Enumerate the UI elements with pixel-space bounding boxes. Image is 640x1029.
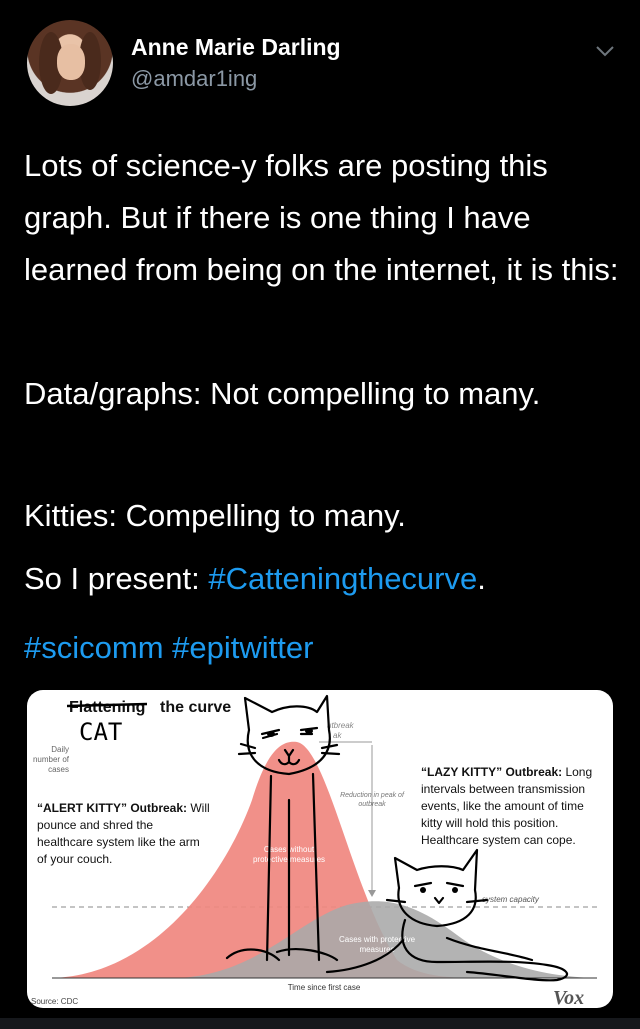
image-title-rest: the curve xyxy=(160,699,231,716)
vox-logo: Vox xyxy=(553,987,584,1008)
avatar[interactable] xyxy=(27,20,113,106)
tweet-text-paragraph-4: So I present: #Catteningthecurve. xyxy=(24,553,624,605)
hashtag-link-catteningthecurve[interactable]: #Catteningthecurve xyxy=(208,561,477,596)
image-title-struck: Flattening xyxy=(69,699,145,716)
author-display-name[interactable]: Anne Marie Darling xyxy=(131,34,341,61)
bottom-bar xyxy=(0,1018,640,1029)
source-label: Source: CDC xyxy=(31,997,78,1006)
lazy-kitty-line-1: “LAZY KITTY” Outbreak: Long xyxy=(421,765,592,779)
reduction-label-1: Reduction in peak of xyxy=(340,792,405,799)
lazy-kitty-line-4: kitty will hold this position. xyxy=(421,816,558,830)
reduction-label-2: outbreak xyxy=(358,801,386,808)
tweet-text-paragraph-1: Lots of science-y folks are posting this… xyxy=(24,148,619,287)
tweet-text-period: . xyxy=(477,561,486,596)
author-handle[interactable]: @amdar1ing xyxy=(131,66,257,92)
tweet-text-paragraph-2: Data/graphs: Not compelling to many. xyxy=(24,376,541,411)
flattening-curve-meme: Flattening the curve CAT Daily number of… xyxy=(31,694,597,1008)
tweet-image[interactable]: Flattening the curve CAT Daily number of… xyxy=(27,690,613,1008)
tweet-header: Anne Marie Darling @amdar1ing xyxy=(0,0,640,120)
tweet-text-paragraph-5: #scicomm #epitwitter xyxy=(24,622,624,674)
system-capacity-label: system capacity xyxy=(482,895,540,904)
hashtag-link-epitwitter[interactable]: #epitwitter xyxy=(172,630,313,665)
alert-kitty-line-4: of your couch. xyxy=(37,852,112,866)
tweet-text-paragraph-3: Kitties: Compelling to many. xyxy=(24,498,406,533)
alert-kitty-line-3: healthcare system like the arm xyxy=(37,835,200,849)
alert-kitty-eye-left xyxy=(267,731,275,737)
image-title-scrawl: CAT xyxy=(79,718,122,746)
lazy-kitty-line-2: intervals between transmission xyxy=(421,782,585,796)
lazy-kitty-line-3: events, like the amount of time xyxy=(421,799,584,813)
y-axis-label-2: number of xyxy=(33,755,70,764)
y-axis-label-3: cases xyxy=(48,765,69,774)
alert-kitty-line-1: “ALERT KITTY” Outbreak: Will xyxy=(37,801,210,815)
lazy-kitty-line-5: Healthcare system can cope. xyxy=(421,833,576,847)
peak-label-2: ak xyxy=(333,731,342,740)
alert-kitty-line-2: pounce and shred the xyxy=(37,818,153,832)
chevron-down-icon[interactable] xyxy=(594,40,616,62)
y-axis-label-1: Daily xyxy=(51,745,69,754)
x-axis-label: Time since first case xyxy=(288,983,361,992)
hashtag-link-scicomm[interactable]: #scicomm xyxy=(24,630,164,665)
peak-label-1: utbreak xyxy=(327,721,355,730)
tweet-text-plain: So I present: xyxy=(24,561,209,596)
alert-kitty-eye-right xyxy=(305,728,313,734)
reduction-arrowhead xyxy=(368,890,376,897)
